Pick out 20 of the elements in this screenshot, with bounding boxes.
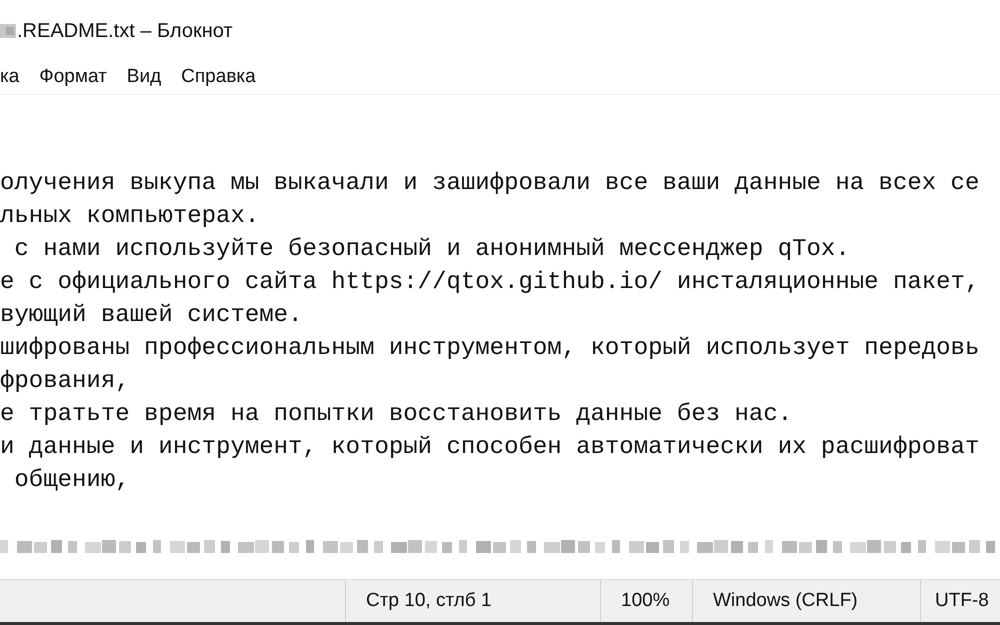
- menu-item[interactable]: Формат: [39, 66, 107, 88]
- text-line: с нами используйте безопасный и анонимный мессенджер qTox.: [13, 236, 850, 263]
- text-line: е с официального сайта https://qtox.github.io/ инсталяционные пакет,: [0, 269, 980, 296]
- text-line: олучения выкупа мы выкачали и зашифровали все ваши данные на всех се: [0, 170, 980, 197]
- text-line: и данные и инструмент, который способен автоматически их расшифроват: [0, 434, 980, 461]
- text-line: общению,: [13, 467, 130, 494]
- text-line: шифрованы профессиональным инструментом, который использует передовь: [0, 335, 980, 362]
- status-field: 100%: [600, 580, 692, 622]
- redacted-mark: [0, 22, 16, 40]
- status-field: UTF-8: [920, 580, 1000, 622]
- text-line: вующий вашей системе.: [0, 302, 302, 329]
- text-line: е тратьте время на попытки восстановить данные без нас.: [0, 401, 792, 428]
- window-title: .README.txt – Блокнот: [17, 20, 233, 42]
- text-line: фрования,: [0, 368, 130, 395]
- status-field: Windows (CRLF): [692, 580, 920, 622]
- menu-item[interactable]: ка: [0, 66, 20, 88]
- text-line: льных компьютерах.: [0, 203, 260, 230]
- menu-item[interactable]: Вид: [126, 66, 162, 88]
- status-field: Стр 10, стлб 1: [345, 580, 600, 622]
- menu-item[interactable]: Справка: [181, 66, 256, 88]
